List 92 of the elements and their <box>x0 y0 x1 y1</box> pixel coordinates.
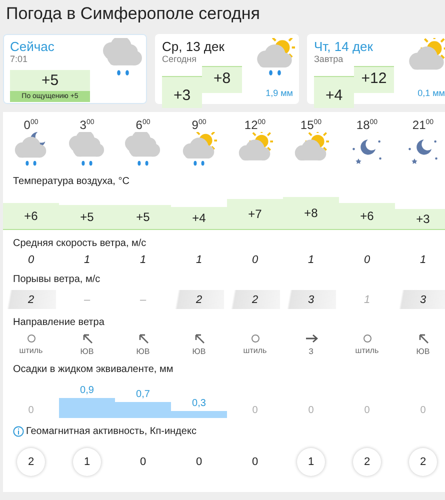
arrow-icon <box>304 333 318 344</box>
kp-index-value: 1 <box>297 448 325 476</box>
sun-rain-cloud-icon <box>255 38 295 78</box>
kp-index-value: 0 <box>138 455 148 470</box>
wind-gust-value: 3 <box>286 290 336 309</box>
kp-index-value: 2 <box>353 448 381 476</box>
wind-direction-label: штиль <box>355 346 379 355</box>
hour-label: 21$^{00}$ <box>412 118 434 132</box>
rain-cloud-icon <box>103 38 143 78</box>
wind-speed-value: 1 <box>308 254 314 266</box>
kp-index-value: 0 <box>250 455 260 470</box>
precipitation-bar <box>59 398 115 418</box>
precipitation-value: 0 <box>28 405 34 416</box>
card-subtitle: Завтра <box>314 54 344 64</box>
precipitation-value: 0 <box>420 405 426 416</box>
wind-gust-value: – <box>138 292 148 308</box>
hour-label: 3$^{00}$ <box>80 118 94 132</box>
temperature-bar: +6 <box>339 203 395 230</box>
hour-label: 9$^{00}$ <box>192 118 206 132</box>
arrow-icon <box>138 333 148 344</box>
precipitation-value: 0,9 <box>80 385 94 396</box>
row-label: Направление ветра <box>12 316 106 330</box>
row-label: Средняя скорость ветра, м/с <box>12 237 148 251</box>
hour-label: 6$^{00}$ <box>136 118 150 132</box>
wind-speed-value: 0 <box>28 254 34 266</box>
row-label: Геомагнитная активность, Кп-индекс <box>26 426 196 437</box>
arrow-icon <box>194 333 204 344</box>
temperature-bar: +3 <box>395 209 445 230</box>
arrow-icon <box>418 333 428 344</box>
wind-speed-value: 1 <box>140 254 146 266</box>
row-label: Порывы ветра, м/с <box>12 273 102 287</box>
info-icon[interactable] <box>13 426 24 437</box>
wind-speed-value: 0 <box>364 254 370 266</box>
kp-index-value: 0 <box>194 455 204 470</box>
row-label: Осадки в жидком эквиваленте, мм <box>12 363 174 377</box>
wind-gust-value: – <box>82 292 92 308</box>
low-temperature: +3 <box>162 76 202 108</box>
card-subtitle: Сегодня <box>162 54 198 64</box>
calm-circle-icon <box>250 334 260 343</box>
wind-speed-value: 1 <box>196 254 202 266</box>
temperature-bar: +4 <box>171 207 227 230</box>
precipitation-amount: 1,9 мм <box>266 88 293 98</box>
temperature-bar: +5 <box>59 205 115 230</box>
kp-index-value: 2 <box>17 448 45 476</box>
precipitation-value: 0,3 <box>192 398 206 409</box>
hour-label: 15$^{00}$ <box>300 118 322 132</box>
hour-label: 18$^{00}$ <box>356 118 378 132</box>
card-heading: Чт, 14 дек <box>314 39 374 54</box>
wind-speed-value: 1 <box>420 254 426 266</box>
low-temperature: +4 <box>314 76 354 108</box>
rain-cloud-icon <box>125 132 161 168</box>
wind-gust-value: 2 <box>6 290 56 309</box>
calm-circle-icon <box>26 334 36 343</box>
page-title: Погода в Симферополе сегодня <box>6 4 262 24</box>
wind-speed-value: 0 <box>252 254 258 266</box>
card-heading: Ср, 13 дек <box>162 39 226 54</box>
temperature-bar: +7 <box>227 199 283 230</box>
moon-rain-cloud-icon <box>13 132 49 168</box>
wind-speed-value: 1 <box>84 254 90 266</box>
wind-direction-label: ЮВ <box>80 347 94 356</box>
current-temperature: +5 <box>40 71 60 91</box>
wind-gust-value: 2 <box>230 290 280 309</box>
kp-index-value: 2 <box>409 448 437 476</box>
wind-direction-label: ЮВ <box>136 347 150 356</box>
wind-direction-label: штиль <box>19 346 43 355</box>
kp-index-value: 1 <box>73 448 101 476</box>
precipitation-value: 0 <box>252 405 258 416</box>
temperature-bar: +5 <box>115 205 171 230</box>
temperature-bar: +8 <box>283 197 339 230</box>
wind-gust-value: 1 <box>362 292 372 308</box>
arrow-icon <box>82 333 92 344</box>
temperature-bar: +6 <box>3 203 59 230</box>
wind-direction-label: ЮВ <box>192 347 206 356</box>
high-temperature: +12 <box>354 66 394 93</box>
wind-gust-value: 3 <box>398 290 445 309</box>
wind-direction-label: штиль <box>243 346 267 355</box>
wind-direction-label: З <box>308 347 314 356</box>
precipitation-value: 0 <box>364 405 370 416</box>
high-temperature: +8 <box>202 66 242 93</box>
precipitation-value: 0 <box>308 405 314 416</box>
hour-label: 0$^{00}$ <box>24 118 38 132</box>
hour-label: 12$^{00}$ <box>244 118 266 132</box>
precipitation-value: 0,7 <box>136 389 150 400</box>
precipitation-amount: 0,1 мм <box>418 88 445 98</box>
sun-rain-cloud-icon <box>181 132 217 168</box>
calm-circle-icon <box>362 334 372 343</box>
row-label: Температура воздуха, °C <box>12 175 130 189</box>
wind-direction-label: ЮВ <box>416 347 430 356</box>
rain-cloud-icon <box>69 132 105 168</box>
wind-gust-value: 2 <box>174 290 224 309</box>
card-heading: Сейчас <box>10 39 56 54</box>
card-subtitle: 7:01 <box>10 54 29 64</box>
